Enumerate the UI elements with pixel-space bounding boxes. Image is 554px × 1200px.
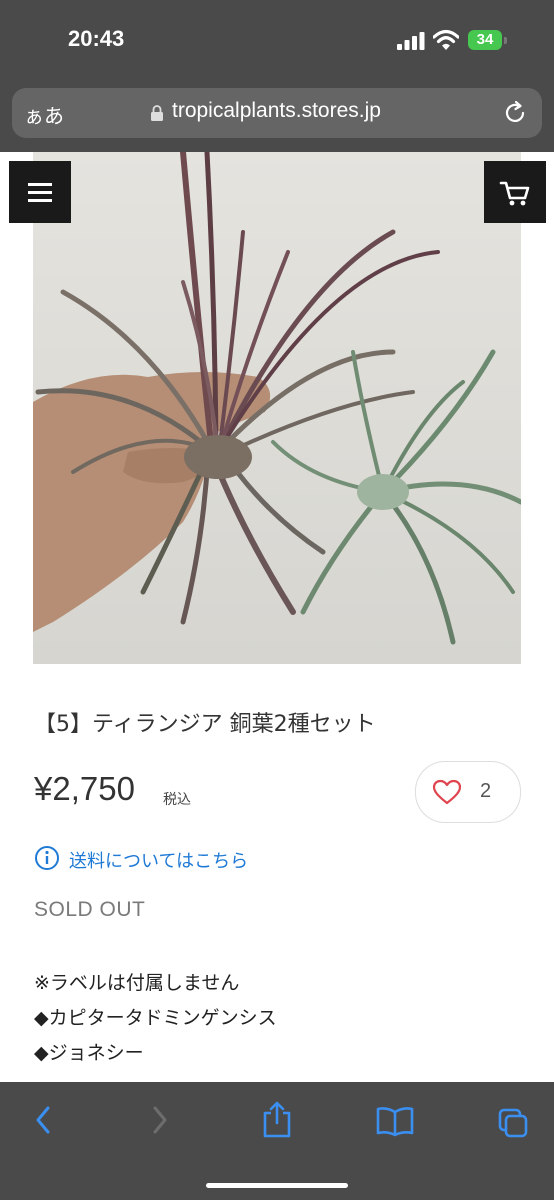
description-line: ◆カピタータドミンゲンシス xyxy=(34,1007,277,1029)
share-button[interactable] xyxy=(247,1082,307,1158)
bookmarks-button[interactable] xyxy=(365,1082,425,1158)
wifi-icon xyxy=(433,29,459,50)
tax-label: 税込 xyxy=(163,792,191,808)
back-icon xyxy=(36,1106,50,1134)
heart-icon xyxy=(432,779,462,805)
battery-icon: 34 xyxy=(468,30,508,52)
cellular-signal-icon xyxy=(397,32,425,50)
description-line: ◆ジョネシー xyxy=(34,1042,144,1064)
share-icon xyxy=(263,1101,291,1138)
product-price: ¥2,750 xyxy=(34,770,135,807)
tabs-button[interactable] xyxy=(482,1082,542,1158)
text-size-button[interactable]: ぁあ xyxy=(24,100,64,129)
product-image-area xyxy=(0,152,554,666)
forward-button[interactable] xyxy=(130,1082,190,1158)
sold-out-status: SOLD OUT xyxy=(34,898,146,921)
address-bar[interactable]: ぁあ tropicalplants.stores.jp xyxy=(12,88,542,138)
plant-illustration xyxy=(33,152,521,645)
status-bar: 20:43 34 xyxy=(0,0,554,82)
description-line: ※ラベルは付属しません xyxy=(34,972,240,994)
back-button[interactable] xyxy=(12,1082,72,1158)
bookmarks-icon xyxy=(376,1107,414,1137)
lock-icon xyxy=(151,105,163,121)
battery-level: 34 xyxy=(468,30,502,50)
hamburger-menu-icon xyxy=(28,183,52,202)
cart-icon xyxy=(499,181,530,206)
cart-button[interactable] xyxy=(484,161,546,223)
browser-address-area: ぁあ tropicalplants.stores.jp xyxy=(0,82,554,152)
reload-icon[interactable] xyxy=(502,100,528,126)
product-title: 【5】ティランジア 銅葉2種セット xyxy=(34,712,376,737)
product-photo[interactable] xyxy=(33,152,521,664)
like-button[interactable]: 2 xyxy=(415,761,521,823)
like-count: 2 xyxy=(480,780,492,802)
url-text[interactable]: tropicalplants.stores.jp xyxy=(172,99,381,123)
home-indicator xyxy=(206,1183,348,1188)
menu-button[interactable] xyxy=(9,161,71,223)
tabs-icon xyxy=(498,1108,528,1138)
info-icon xyxy=(35,846,59,870)
shipping-link-label[interactable]: 送料についてはこちら xyxy=(69,847,248,873)
status-time: 20:43 xyxy=(68,26,125,51)
forward-icon xyxy=(153,1106,167,1134)
